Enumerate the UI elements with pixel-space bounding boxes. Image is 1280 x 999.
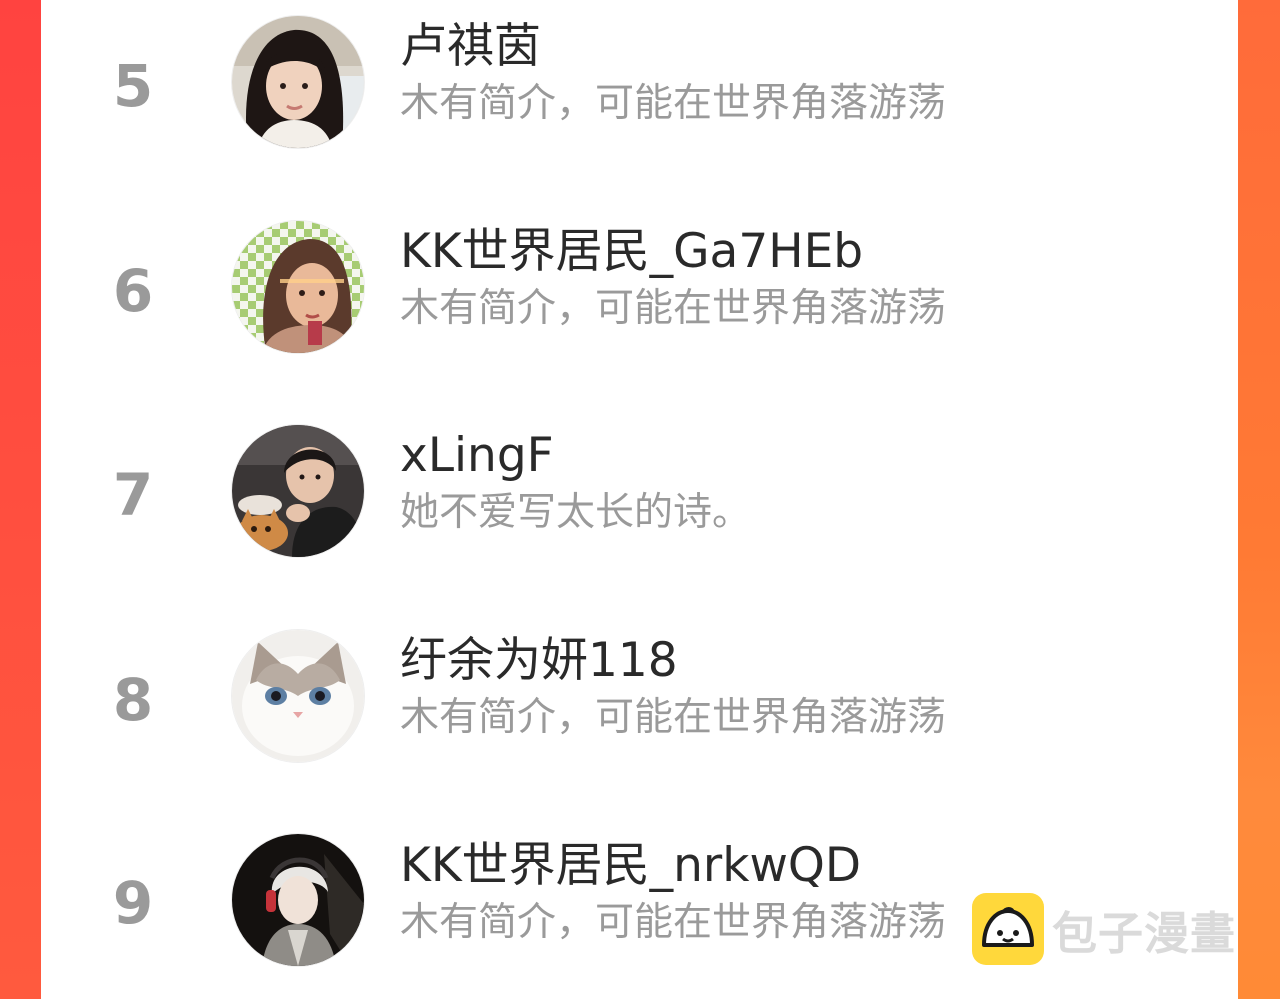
user-bio: 她不爱写太长的诗。	[400, 490, 752, 535]
user-name[interactable]: 卢祺茵	[400, 21, 541, 73]
user-name[interactable]: 纡余为妍118	[400, 635, 678, 687]
left-gradient-border	[0, 0, 41, 999]
rank-number: 9	[112, 869, 154, 937]
baozi-bun-logo-icon	[972, 893, 1044, 965]
rank-number: 7	[112, 461, 154, 529]
avatar-illustration-anime-boy	[232, 834, 364, 966]
ranking-row[interactable]: 6 KK世界居民_Ga7HEb 木有简介，可能在世界角落游荡	[41, 210, 1238, 360]
rank-number: 8	[112, 666, 154, 734]
avatar-photo-man-with-cat	[232, 425, 364, 557]
avatar-photo-ragdoll-cat	[232, 630, 364, 762]
avatar-photo-woman-long-hair	[232, 16, 364, 148]
avatar-photo-woman-checkered-background	[232, 221, 364, 353]
user-bio: 木有简介，可能在世界角落游荡	[400, 81, 947, 126]
user-avatar[interactable]	[231, 424, 365, 558]
ranking-row[interactable]: 8 纡余为妍118 木有简介，可能在世界角落游荡	[41, 619, 1238, 769]
user-avatar[interactable]	[231, 15, 365, 149]
user-bio: 木有简介，可能在世界角落游荡	[400, 286, 947, 331]
watermark-text: 包子漫畫	[1052, 906, 1237, 960]
user-bio: 木有简介，可能在世界角落游荡	[400, 900, 947, 945]
rank-number: 6	[112, 257, 154, 325]
rank-number: 5	[112, 52, 154, 120]
user-name[interactable]: KK世界居民_nrkwQD	[400, 840, 861, 892]
user-name[interactable]: KK世界居民_Ga7HEb	[400, 226, 863, 278]
user-bio: 木有简介，可能在世界角落游荡	[400, 695, 947, 740]
right-gradient-border	[1238, 0, 1280, 999]
ranking-row[interactable]: 7 xLingF 她不爱写太长的诗。	[41, 414, 1238, 564]
user-name[interactable]: xLingF	[400, 430, 554, 482]
user-avatar[interactable]	[231, 629, 365, 763]
user-avatar[interactable]	[231, 833, 365, 967]
user-avatar[interactable]	[231, 220, 365, 354]
ranking-row[interactable]: 5 卢祺茵 木有简介，可能在世界角落游荡	[41, 5, 1238, 155]
baozi-watermark: 包子漫畫	[972, 893, 1236, 965]
ranking-list-panel: 5 卢祺茵 木有简介，可能在世界角落游荡 6 KK世界居民_Ga7HEb 木有简…	[41, 0, 1238, 999]
